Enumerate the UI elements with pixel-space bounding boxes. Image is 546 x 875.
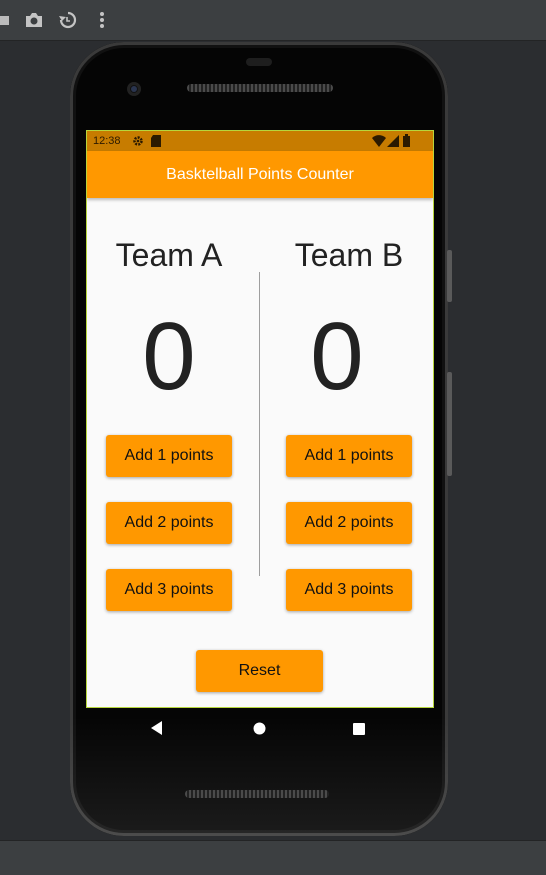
emulator-bottom-bar xyxy=(0,840,546,875)
emulator-toolbar xyxy=(0,0,546,41)
top-speaker xyxy=(187,84,333,92)
volume-button xyxy=(447,372,452,476)
team-b-score: 0 xyxy=(310,303,364,410)
battery-icon xyxy=(403,134,410,150)
recents-icon[interactable] xyxy=(353,722,365,740)
front-camera xyxy=(127,82,141,96)
team-a-score: 0 xyxy=(142,303,196,410)
more-vert-icon[interactable] xyxy=(90,8,114,32)
team-a-add-3-button[interactable]: Add 3 points xyxy=(106,569,232,611)
app-title: Basktelball Points Counter xyxy=(166,165,354,183)
status-bar: 12:38 xyxy=(87,131,433,151)
reset-button[interactable]: Reset xyxy=(196,650,323,692)
app-bar: Basktelball Points Counter xyxy=(87,151,433,198)
team-a-title: Team A xyxy=(115,237,223,273)
team-b-add-1-button[interactable]: Add 1 points xyxy=(286,435,412,477)
power-button xyxy=(447,250,452,302)
sensor xyxy=(246,58,272,66)
navigation-bar xyxy=(87,707,433,749)
camera-icon[interactable] xyxy=(22,8,46,32)
team-a-add-2-button[interactable]: Add 2 points xyxy=(106,502,232,544)
rotate-icon[interactable] xyxy=(56,8,80,32)
back-icon[interactable] xyxy=(151,721,163,740)
signal-icon xyxy=(387,135,399,150)
team-b-add-2-button[interactable]: Add 2 points xyxy=(286,502,412,544)
home-icon[interactable] xyxy=(253,722,266,740)
wifi-icon xyxy=(372,135,386,150)
phone-screen: 12:38 Basktelball Points Counter Team A … xyxy=(86,130,434,708)
bottom-speaker xyxy=(185,790,329,798)
square-icon[interactable] xyxy=(0,8,16,32)
sd-card-icon xyxy=(151,135,161,150)
team-b-add-3-button[interactable]: Add 3 points xyxy=(286,569,412,611)
team-b-title: Team B xyxy=(294,237,404,273)
team-divider xyxy=(259,272,260,576)
status-time: 12:38 xyxy=(93,135,121,147)
team-a-add-1-button[interactable]: Add 1 points xyxy=(106,435,232,477)
settings-icon xyxy=(132,135,144,150)
